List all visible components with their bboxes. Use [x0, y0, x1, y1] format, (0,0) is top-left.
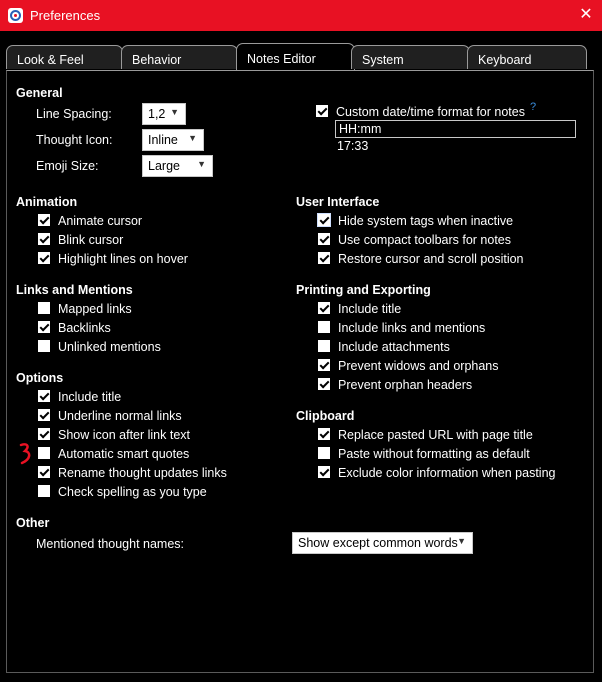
print-include-title-checkbox[interactable] [318, 302, 330, 314]
section-heading-other: Other [16, 516, 50, 530]
section-heading-animation: Animation [16, 195, 78, 209]
option-label: Include title [338, 302, 402, 316]
mentioned-thought-names-dropdown[interactable]: Show except common words ▼ [292, 532, 473, 554]
prevent-orphan-headers-checkbox[interactable] [318, 378, 330, 390]
smart-quotes-checkbox[interactable] [38, 447, 50, 459]
option-label: Paste without formatting as default [338, 447, 530, 461]
blink-cursor-checkbox[interactable] [38, 233, 50, 245]
tab-behavior[interactable]: Behavior [121, 45, 238, 69]
tab-system[interactable]: System [351, 45, 470, 69]
rename-updates-links-checkbox[interactable] [38, 466, 50, 478]
line-spacing-dropdown[interactable]: 1,2 ▼ [142, 103, 186, 125]
chevron-down-icon: ▼ [170, 107, 179, 117]
mapped-links-checkbox[interactable] [38, 302, 50, 314]
app-logo-icon [8, 8, 23, 23]
tab-bar: Look & Feel Behavior Notes Editor System… [0, 31, 602, 71]
prevent-widows-checkbox[interactable] [318, 359, 330, 371]
option-label: Animate cursor [58, 214, 143, 228]
thought-icon-dropdown[interactable]: Inline ▼ [142, 129, 204, 151]
window-title: Preferences [30, 8, 101, 23]
option-label: Rename thought updates links [58, 466, 227, 480]
option-label: Prevent widows and orphans [338, 359, 499, 373]
chevron-down-icon: ▼ [457, 536, 466, 546]
date-format-input[interactable]: HH:mm [335, 120, 576, 138]
emoji-size-value: Large [148, 159, 180, 173]
option-label: Include title [58, 390, 122, 404]
highlight-lines-checkbox[interactable] [38, 252, 50, 264]
line-spacing-label: Line Spacing: [36, 107, 112, 121]
title-bar: Preferences ✕ [0, 0, 602, 31]
section-heading-general: General [16, 86, 63, 100]
section-heading-user-interface: User Interface [296, 195, 380, 209]
option-label: Backlinks [58, 321, 111, 335]
replace-pasted-url-checkbox[interactable] [318, 428, 330, 440]
tab-notes-editor[interactable]: Notes Editor [236, 43, 355, 71]
section-heading-clipboard: Clipboard [296, 409, 355, 423]
mentioned-thought-names-value: Show except common words [298, 536, 458, 550]
paste-without-formatting-checkbox[interactable] [318, 447, 330, 459]
thought-icon-label: Thought Icon: [36, 133, 113, 147]
chevron-down-icon: ▼ [188, 133, 197, 143]
option-label: Unlinked mentions [58, 340, 161, 354]
hide-system-tags-checkbox[interactable] [317, 213, 331, 227]
tab-look-and-feel[interactable]: Look & Feel [6, 45, 123, 69]
close-button[interactable]: ✕ [570, 0, 602, 31]
section-heading-links: Links and Mentions [16, 283, 133, 297]
underline-links-checkbox[interactable] [38, 409, 50, 421]
option-label: Use compact toolbars for notes [338, 233, 511, 247]
option-label: Show icon after link text [58, 428, 191, 442]
option-label: Mapped links [58, 302, 132, 316]
include-attachments-checkbox[interactable] [318, 340, 330, 352]
help-icon[interactable]: ? [530, 101, 536, 113]
spell-check-checkbox[interactable] [38, 485, 50, 497]
option-label: Replace pasted URL with page title [338, 428, 533, 442]
backlinks-checkbox[interactable] [38, 321, 50, 333]
exclude-color-checkbox[interactable] [318, 466, 330, 478]
show-icon-after-link-checkbox[interactable] [38, 428, 50, 440]
option-label: Underline normal links [58, 409, 182, 423]
compact-toolbars-checkbox[interactable] [318, 233, 330, 245]
include-links-checkbox[interactable] [318, 321, 330, 333]
date-format-preview: 17:33 [337, 139, 369, 153]
custom-date-format-label: Custom date/time format for notes [336, 105, 525, 119]
option-label: Highlight lines on hover [58, 252, 188, 266]
emoji-size-label: Emoji Size: [36, 159, 99, 173]
section-heading-printing: Printing and Exporting [296, 283, 431, 297]
option-label: Hide system tags when inactive [338, 214, 514, 228]
emoji-size-dropdown[interactable]: Large ▼ [142, 155, 213, 177]
tab-keyboard[interactable]: Keyboard [467, 45, 587, 69]
annotation-mark-icon [19, 443, 31, 465]
chevron-down-icon: ▼ [197, 159, 206, 169]
option-label: Exclude color information when pasting [338, 466, 556, 480]
unlinked-mentions-checkbox[interactable] [38, 340, 50, 352]
option-label: Include attachments [338, 340, 450, 354]
thought-icon-value: Inline [148, 133, 178, 147]
animate-cursor-checkbox[interactable] [38, 214, 50, 226]
option-label: Check spelling as you type [58, 485, 207, 499]
include-title-checkbox[interactable] [38, 390, 50, 402]
restore-cursor-checkbox[interactable] [318, 252, 330, 264]
option-label: Blink cursor [58, 233, 124, 247]
option-label: Include links and mentions [338, 321, 486, 335]
mentioned-thought-names-label: Mentioned thought names: [36, 537, 185, 551]
option-label: Restore cursor and scroll position [338, 252, 524, 266]
option-label: Prevent orphan headers [338, 378, 473, 392]
section-heading-options: Options [16, 371, 64, 385]
custom-date-format-checkbox[interactable] [316, 105, 328, 117]
line-spacing-value: 1,2 [148, 107, 166, 121]
option-label: Automatic smart quotes [58, 447, 190, 461]
